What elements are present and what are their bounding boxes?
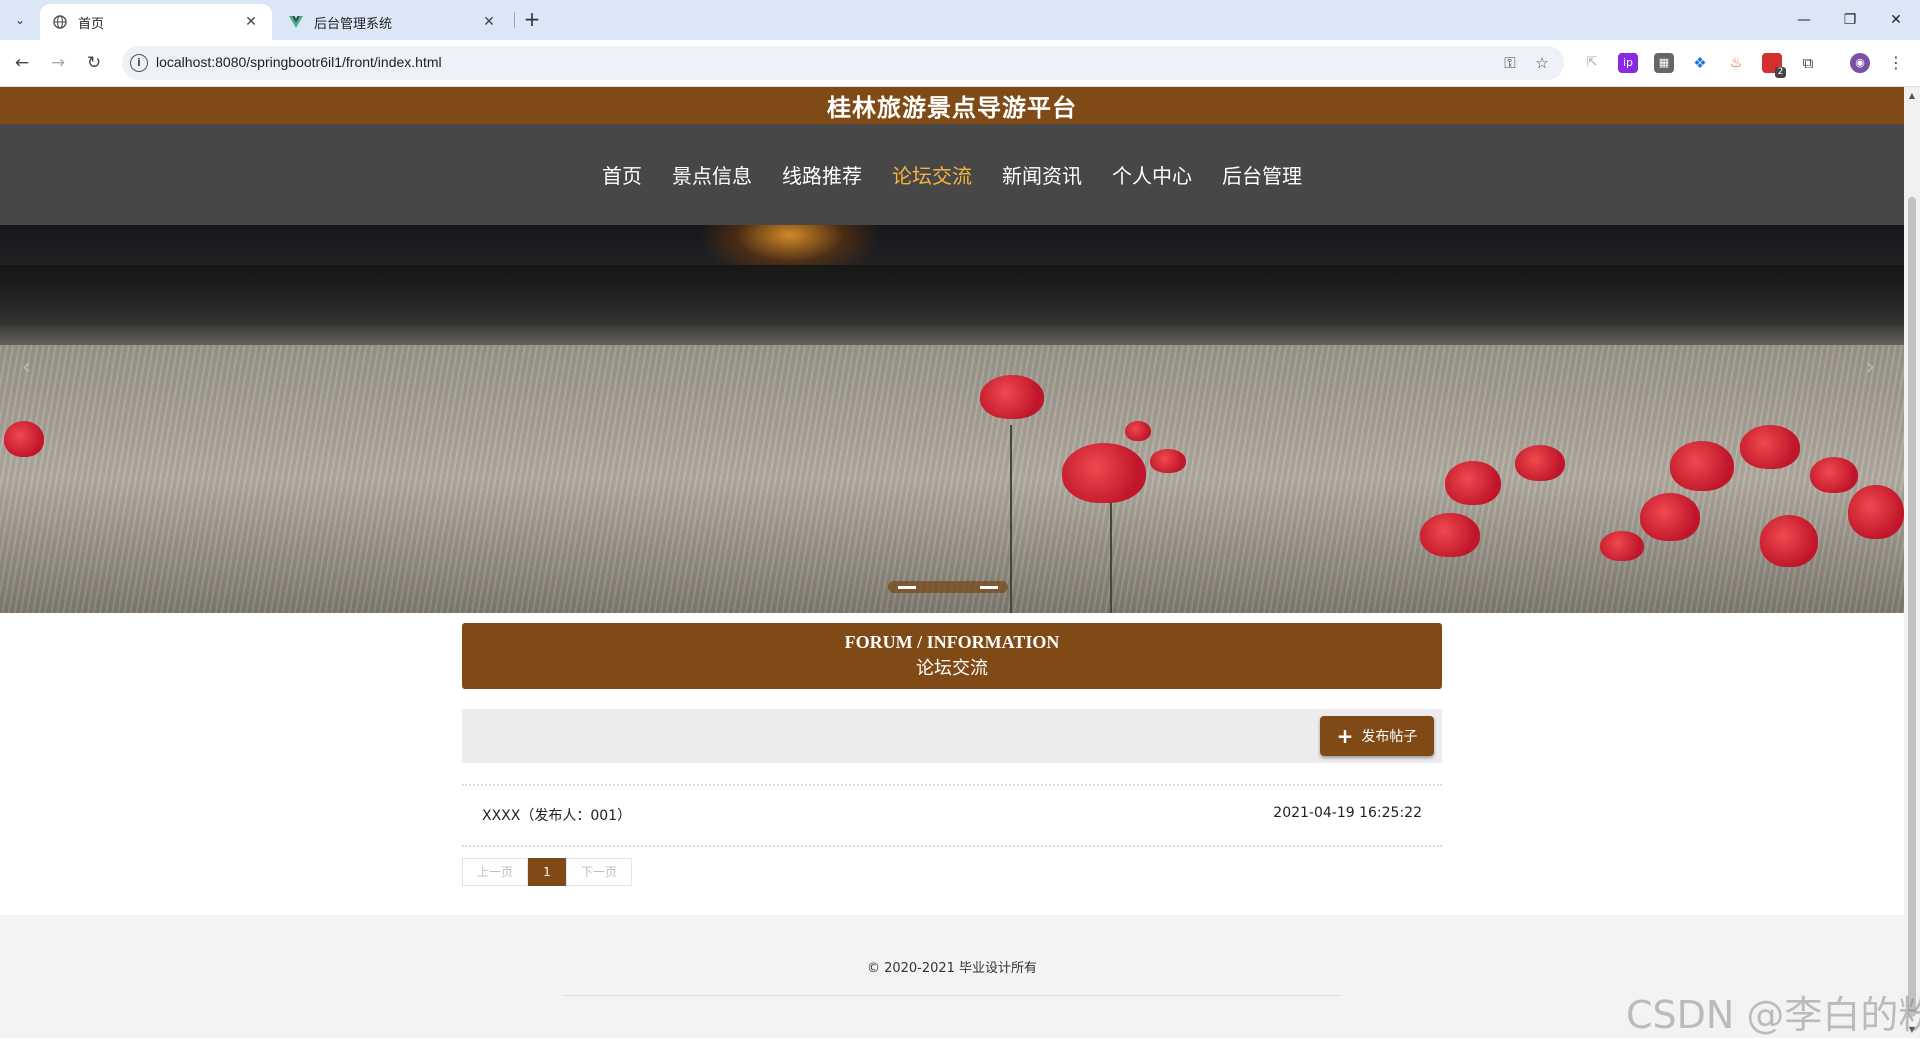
close-window-icon[interactable]: ✕ — [1876, 6, 1916, 34]
nav-item-admin[interactable]: 后台管理 — [1207, 160, 1317, 189]
extensions-puzzle-icon[interactable]: ⧉ — [1798, 53, 1818, 73]
site-header: 桂林旅游景点导游平台 — [0, 87, 1904, 124]
reload-icon[interactable]: ↻ — [80, 49, 108, 77]
browser-tab-bar: ⌄ 首页 ✕ 后台管理系统 ✕ + — ❐ ✕ — [0, 0, 1920, 40]
copyright-text: © 2020-2021 毕业设计所有 — [866, 961, 1038, 976]
prev-page-button[interactable]: 上一页 — [462, 858, 528, 886]
bookmark-star-icon[interactable]: ☆ — [1532, 53, 1552, 73]
poppy-flower — [1150, 449, 1186, 473]
scrollbar-thumb[interactable] — [1908, 197, 1916, 1017]
main-nav: 首页 景点信息 线路推荐 论坛交流 新闻资讯 个人中心 后台管理 — [0, 124, 1904, 225]
tab-search-dropdown-icon[interactable]: ⌄ — [8, 8, 32, 32]
poppy-flower — [1420, 513, 1480, 557]
tab-separator — [514, 12, 515, 28]
nav-item-attractions[interactable]: 景点信息 — [657, 160, 767, 189]
poppy-flower — [1515, 445, 1565, 481]
carousel-prev-icon[interactable]: ‹ — [22, 355, 31, 380]
poppy-flower — [1810, 457, 1858, 493]
url-text[interactable]: localhost:8080/springbootr6il1/front/ind… — [156, 54, 442, 70]
new-tab-icon[interactable]: + — [520, 8, 544, 32]
close-tab-icon[interactable]: ✕ — [480, 14, 498, 30]
next-page-button[interactable]: 下一页 — [566, 858, 632, 886]
extension-ip-icon[interactable]: ip — [1618, 53, 1638, 73]
poppy-flower — [4, 421, 44, 457]
banner-carousel[interactable]: ‹ › — [0, 225, 1904, 613]
section-title-cn: 论坛交流 — [916, 658, 988, 678]
page-scrollbar[interactable]: ▲ ▼ — [1904, 87, 1920, 1038]
publish-post-label: 发布帖子 — [1361, 729, 1418, 745]
nav-item-profile[interactable]: 个人中心 — [1097, 160, 1207, 189]
poppy-flower — [1640, 493, 1700, 541]
page-1-button[interactable]: 1 — [528, 858, 566, 886]
extension-game-icon[interactable]: ▦ — [1654, 53, 1674, 73]
carousel-dot[interactable] — [898, 586, 916, 589]
back-icon[interactable]: ← — [8, 49, 36, 77]
nav-item-forum[interactable]: 论坛交流 — [877, 160, 987, 189]
carousel-dot[interactable] — [980, 586, 998, 589]
section-title-en: FORUM / INFORMATION — [844, 632, 1060, 652]
forum-toolbar: + 发布帖子 — [462, 709, 1442, 763]
carousel-indicators — [888, 581, 1008, 593]
site-title: 桂林旅游景点导游平台 — [827, 94, 1077, 122]
extension-cursor-icon[interactable]: ⇱ — [1582, 53, 1602, 73]
nav-item-routes[interactable]: 线路推荐 — [767, 160, 877, 189]
poppy-stem — [1010, 425, 1012, 613]
list-item[interactable]: XXXX（发布人：001） 2021-04-19 16:25:22 — [462, 785, 1442, 843]
footer: © 2020-2021 毕业设计所有 — [0, 915, 1904, 1038]
footer-divider — [562, 995, 1342, 996]
post-time: 2021-04-19 16:25:22 — [1273, 805, 1422, 821]
poppy-flower — [1062, 443, 1146, 503]
poppy-flower — [1740, 425, 1800, 469]
poppy-flower — [980, 375, 1044, 419]
section-header: FORUM / INFORMATION 论坛交流 — [462, 623, 1442, 689]
close-tab-icon[interactable]: ✕ — [242, 14, 260, 30]
banner-treeline — [0, 265, 1904, 325]
extension-tool-icon[interactable]: ♨ — [1726, 53, 1746, 73]
scroll-up-icon[interactable]: ▲ — [1907, 91, 1917, 100]
poppy-flower — [1445, 461, 1501, 505]
tab-title: 首页 — [78, 16, 105, 32]
browser-tab-home[interactable]: 首页 ✕ — [40, 4, 272, 40]
poppy-flower — [1670, 441, 1734, 491]
restore-icon[interactable]: ❐ — [1830, 6, 1870, 34]
site-info-icon[interactable]: i — [130, 54, 148, 72]
list-divider — [462, 845, 1442, 847]
extension-badge: 2 — [1775, 67, 1786, 78]
vue-logo-icon — [288, 14, 304, 30]
tab-title: 后台管理系统 — [314, 16, 393, 32]
post-title[interactable]: XXXX（发布人：001） — [482, 805, 631, 825]
plus-icon: + — [1336, 724, 1354, 748]
globe-icon — [52, 14, 68, 30]
forward-icon[interactable]: → — [44, 49, 72, 77]
banner-wheat-field — [0, 345, 1904, 613]
extension-layers-icon[interactable]: ❖ — [1690, 53, 1710, 73]
browser-tab-admin[interactable]: 后台管理系统 ✕ — [276, 4, 510, 40]
nav-item-news[interactable]: 新闻资讯 — [987, 160, 1097, 189]
browser-toolbar: ← → ↻ i localhost:8080/springbootr6il1/f… — [0, 40, 1920, 87]
carousel-next-icon[interactable]: › — [1866, 355, 1875, 380]
password-key-icon[interactable]: ⚿ — [1500, 53, 1520, 73]
pagination: 上一页 1 下一页 — [462, 858, 632, 886]
extension-shield-icon[interactable]: 2 — [1762, 53, 1786, 78]
watermark-text: CSDN @李白的粉 — [1626, 993, 1920, 1037]
web-page: 桂林旅游景点导游平台 首页 景点信息 线路推荐 论坛交流 新闻资讯 个人中心 后… — [0, 87, 1904, 1038]
nav-item-home[interactable]: 首页 — [587, 160, 657, 189]
browser-menu-icon[interactable]: ⋮ — [1886, 53, 1906, 73]
poppy-flower — [1760, 515, 1818, 567]
address-bar[interactable]: i localhost:8080/springbootr6il1/front/i… — [122, 46, 1564, 80]
publish-post-button[interactable]: + 发布帖子 — [1320, 716, 1434, 756]
profile-avatar-icon[interactable]: ◉ — [1850, 53, 1870, 73]
poppy-flower — [1125, 421, 1151, 441]
minimize-icon[interactable]: — — [1784, 6, 1824, 34]
poppy-flower — [1848, 485, 1904, 539]
poppy-flower — [1600, 531, 1644, 561]
